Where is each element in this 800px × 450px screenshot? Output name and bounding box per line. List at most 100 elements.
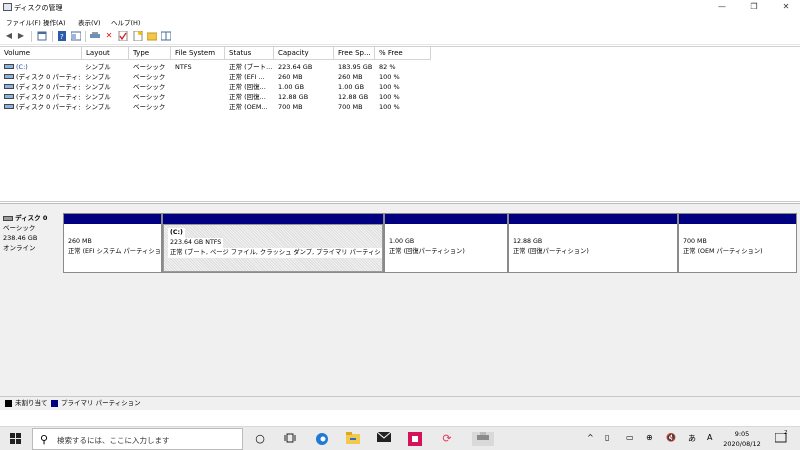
back-icon[interactable]: ◀ — [4, 31, 14, 41]
disk-size: 238.46 GB — [3, 234, 38, 242]
cell-status: 正常 (回復... — [229, 93, 266, 101]
partition-size: 260 MB — [68, 238, 92, 245]
cell-percent-free: 100 % — [379, 73, 400, 81]
cell-status: 正常 (ブート... — [229, 63, 273, 71]
cell-volume: (ディスク 0 パーティシ... — [16, 73, 80, 81]
column-header-filesystem[interactable]: File System — [171, 47, 225, 60]
battery-icon[interactable]: ▭ — [626, 433, 634, 442]
cell-status: 正常 (EFI ... — [229, 73, 265, 81]
search-placeholder: 検索するには、ここに入力します — [57, 436, 170, 445]
edge-icon[interactable] — [315, 432, 329, 446]
column-header-percent-free[interactable]: % Free — [375, 47, 431, 60]
cell-filesystem: NTFS — [175, 63, 192, 71]
column-header-type[interactable]: Type — [129, 47, 171, 60]
layout-icon[interactable] — [160, 31, 172, 41]
taskbar-search-box[interactable]: ⚲ 検索するには、ここに入力します — [32, 428, 243, 450]
properties-icon[interactable] — [37, 31, 47, 41]
cell-free-space: 700 MB — [338, 103, 363, 111]
cell-type: ベーシック — [133, 103, 166, 111]
cell-layout: シンプル — [85, 73, 111, 81]
connect-icon[interactable] — [90, 31, 100, 41]
cell-capacity: 223.64 GB — [278, 63, 313, 71]
cell-percent-free: 82 % — [379, 63, 396, 71]
partition-label: (C:) — [170, 229, 183, 236]
cell-type: ベーシック — [133, 83, 166, 91]
menu-view[interactable]: 表示(V) — [78, 17, 101, 27]
clock[interactable]: 9:05 2020/08/12 — [717, 429, 767, 449]
partition-c[interactable]: (C:) 223.64 GB NTFS 正常 (ブート, ページ ファイル, ク… — [162, 213, 384, 273]
cell-filesystem — [175, 82, 225, 92]
column-header-free-space[interactable]: Free Sp... — [334, 47, 375, 60]
tablet-icon[interactable]: ▯ — [605, 433, 609, 442]
primary-partition-bar — [509, 214, 677, 224]
menu-bar: ファイル(F) 操作(A) 表示(V) ヘルプ(H) — [0, 15, 800, 28]
help-icon[interactable]: ? — [57, 31, 67, 41]
cell-free-space: 260 MB — [338, 73, 363, 81]
close-button[interactable]: ✕ — [772, 1, 800, 13]
cell-filesystem — [175, 72, 225, 82]
volume-list: Volume Layout Type File System Status Ca… — [0, 46, 800, 202]
legend-primary-label: プライマリ パーティション — [61, 399, 141, 407]
column-header-layout[interactable]: Layout — [82, 47, 129, 60]
cell-layout: シンプル — [85, 63, 111, 71]
task-view-icon[interactable] — [283, 432, 297, 446]
cell-layout: シンプル — [85, 83, 111, 91]
file-explorer-icon[interactable] — [346, 432, 360, 446]
forward-icon[interactable]: ▶ — [16, 31, 26, 41]
disk-name: ディスク 0 — [15, 214, 48, 222]
cell-status: 正常 (OEM... — [229, 103, 268, 111]
disk-state: オンライン — [3, 244, 36, 252]
partition-recovery-1[interactable]: 1.00 GB 正常 (回復パーティション) — [384, 213, 508, 273]
folder-icon[interactable] — [146, 31, 158, 41]
cell-type: ベーシック — [133, 93, 166, 101]
legend-unallocated-label: 未割り当て — [15, 399, 48, 407]
column-header-volume[interactable]: Volume — [0, 47, 82, 60]
column-header-capacity[interactable]: Capacity — [274, 47, 334, 60]
volume-icon — [4, 74, 14, 79]
office-icon[interactable] — [408, 432, 422, 446]
toolbar-separator — [31, 31, 32, 42]
cell-percent-free: 100 % — [379, 93, 400, 101]
sync-icon[interactable]: ⟳ — [440, 432, 454, 446]
new-icon[interactable] — [133, 30, 143, 42]
disk-management-taskbar-icon[interactable] — [472, 432, 494, 446]
disk-management-icon — [3, 3, 12, 11]
show-hidden-icons-icon[interactable]: ^ — [587, 433, 594, 442]
ime-mode-icon[interactable]: あ — [688, 433, 696, 444]
cell-volume: (ディスク 0 パーティシ... — [16, 83, 80, 91]
ime-indicator[interactable]: A — [707, 433, 712, 442]
taskbar: ⚲ 検索するには、ここに入力します ○ ⟳ ^ ▯ ▭ ⊕ 🔇 あ A 9:05… — [0, 426, 800, 450]
window-title: ディスクの管理 — [14, 4, 63, 12]
disk-graphical-view: ディスク 0 ベーシック 238.46 GB オンライン 260 MB 正常 (… — [0, 203, 800, 396]
primary-partition-bar — [64, 214, 161, 224]
restore-button[interactable]: ❐ — [740, 1, 768, 13]
partition-efi[interactable]: 260 MB 正常 (EFI システム パーティション — [63, 213, 162, 273]
cortana-icon[interactable]: ○ — [253, 432, 267, 446]
cell-percent-free: 100 % — [379, 83, 400, 91]
menu-file[interactable]: ファイル(F) — [6, 17, 41, 27]
partition-status: 正常 (EFI システム パーティション — [68, 248, 161, 255]
windows-start-icon[interactable] — [10, 433, 22, 445]
mail-icon[interactable] — [376, 431, 392, 446]
svg-text:?: ? — [60, 33, 64, 41]
partition-status: 正常 (回復パーティション) — [513, 248, 589, 255]
cell-status: 正常 (回復... — [229, 83, 266, 91]
menu-help[interactable]: ヘルプ(H) — [111, 17, 140, 27]
partition-oem[interactable]: 700 MB 正常 (OEM パーティション) — [678, 213, 797, 273]
check-icon[interactable] — [118, 30, 128, 42]
partition-status: 正常 (ブート, ページ ファイル, クラッシュ ダンプ, プライマリ パーティ… — [168, 248, 382, 258]
minimize-button[interactable]: — — [708, 1, 736, 13]
column-header-status[interactable]: Status — [225, 47, 274, 60]
cell-free-space: 12.88 GB — [338, 93, 369, 101]
partition-recovery-2[interactable]: 12.88 GB 正常 (回復パーティション) — [508, 213, 678, 273]
partition-size: 12.88 GB — [513, 238, 543, 245]
partition-size: 700 MB — [683, 238, 707, 245]
primary-partition-bar — [163, 214, 383, 224]
menu-action[interactable]: 操作(A) — [43, 17, 66, 27]
console-icon[interactable] — [70, 31, 82, 41]
primary-partition-bar — [385, 214, 507, 224]
volume-mute-icon[interactable]: 🔇 — [666, 433, 676, 442]
disk-info[interactable]: ディスク 0 ベーシック 238.46 GB オンライン — [3, 213, 61, 273]
delete-icon[interactable]: ✕ — [104, 31, 114, 41]
network-icon[interactable]: ⊕ — [646, 433, 653, 442]
